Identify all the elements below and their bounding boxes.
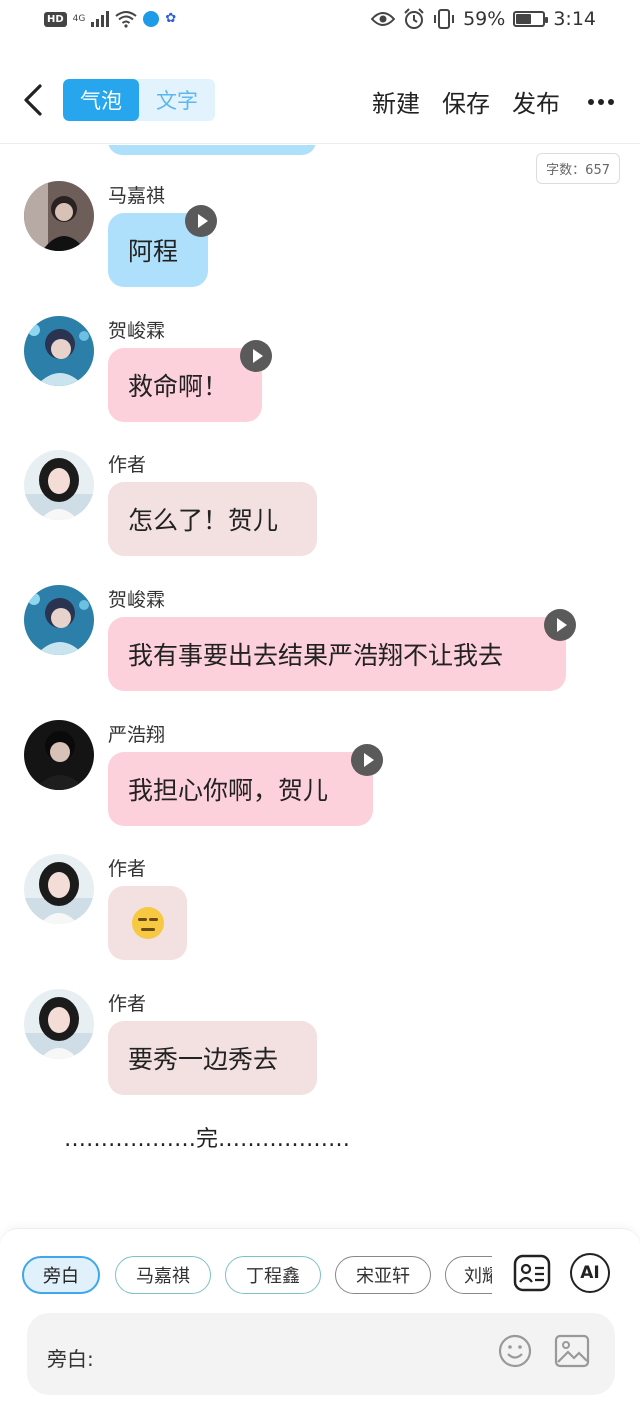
eye-icon <box>371 12 396 26</box>
sender-name: 马嘉祺 <box>108 185 166 207</box>
image-icon[interactable] <box>553 1333 591 1369</box>
wifi-icon <box>115 11 137 28</box>
alarm-icon <box>404 8 424 29</box>
play-icon[interactable] <box>185 205 217 237</box>
chat-message[interactable]: 马嘉祺 阿程 <box>24 181 624 291</box>
chat-message[interactable]: 贺峻霖 救命啊！ <box>24 316 624 426</box>
status-left: HD 4G ✿ <box>44 10 179 28</box>
clock: 3:14 <box>553 8 596 30</box>
avatar[interactable] <box>24 316 94 386</box>
message-bubble[interactable] <box>108 886 187 960</box>
chat-message[interactable]: 贺峻霖 我有事要出去结果严浩翔不让我去 <box>24 585 624 695</box>
previous-bubble[interactable] <box>108 145 316 155</box>
sender-name: 贺峻霖 <box>108 589 166 611</box>
status-bar: HD 4G ✿ 59% 3:14 <box>0 0 640 44</box>
message-bubble[interactable]: 救命啊！ <box>108 348 262 422</box>
ai-icon[interactable]: AI <box>570 1253 610 1293</box>
status-right: 59% 3:14 <box>371 8 596 30</box>
chat-area[interactable]: 字数：657 马嘉祺 阿程 贺峻霖 救命啊！ 作者 怎么了！贺儿 贺峻霖 我有事… <box>0 145 640 1225</box>
mode-switch: 气泡 文字 <box>63 79 215 121</box>
message-bubble[interactable]: 我担心你啊，贺儿 <box>108 752 373 826</box>
word-count-badge: 字数：657 <box>536 153 620 184</box>
play-icon[interactable] <box>544 609 576 641</box>
avatar[interactable] <box>24 181 94 251</box>
save-button[interactable]: 保存 <box>442 84 490 119</box>
avatar[interactable] <box>24 585 94 655</box>
play-icon[interactable] <box>240 340 272 372</box>
expressionless-face-icon <box>131 907 164 939</box>
more-icon[interactable] <box>588 98 614 105</box>
top-bar: 气泡 文字 新建 保存 发布 <box>0 56 640 144</box>
input-speaker-label: 旁白: <box>47 1347 94 1371</box>
chat-message[interactable]: 作者 怎么了！贺儿 <box>24 450 624 560</box>
avatar[interactable] <box>24 720 94 790</box>
message-bubble[interactable]: 我有事要出去结果严浩翔不让我去 <box>108 617 566 691</box>
publish-button[interactable]: 发布 <box>512 84 560 119</box>
header-actions: 新建 保存 发布 <box>372 84 614 119</box>
chip-character[interactable]: 丁程鑫 <box>225 1256 321 1294</box>
tab-bubble[interactable]: 气泡 <box>63 79 139 121</box>
tab-text[interactable]: 文字 <box>139 79 215 121</box>
message-bubble[interactable]: 怎么了！贺儿 <box>108 482 317 556</box>
character-chips: 旁白 马嘉祺 丁程鑫 宋亚轩 刘耀文 <box>22 1256 492 1296</box>
message-bubble[interactable]: 要秀一边秀去 <box>108 1021 317 1095</box>
chip-narration[interactable]: 旁白 <box>22 1256 100 1294</box>
app-notification-icon <box>143 11 160 27</box>
chip-character[interactable]: 刘耀文 <box>445 1256 492 1294</box>
chip-character[interactable]: 马嘉祺 <box>115 1256 211 1294</box>
network-type: 4G <box>72 14 86 24</box>
signal-icon <box>91 11 110 27</box>
smile-icon[interactable] <box>497 1333 533 1369</box>
battery-icon <box>513 11 549 27</box>
play-icon[interactable] <box>351 744 383 776</box>
sender-name: 严浩翔 <box>108 724 166 746</box>
vibrate-icon <box>434 9 455 29</box>
battery-fill <box>516 14 532 24</box>
message-input[interactable]: 旁白: <box>27 1313 615 1395</box>
character-card-icon[interactable] <box>512 1253 552 1293</box>
new-button[interactable]: 新建 <box>372 84 420 119</box>
back-arrow-icon[interactable] <box>18 80 48 120</box>
sender-name: 作者 <box>108 993 147 1015</box>
chat-message[interactable]: 严浩翔 我担心你啊，贺儿 <box>24 720 624 830</box>
sender-name: 作者 <box>108 858 147 880</box>
chat-message[interactable]: 作者 <box>24 854 624 964</box>
baidu-paw-icon: ✿ <box>165 11 177 26</box>
avatar[interactable] <box>24 450 94 520</box>
avatar[interactable] <box>24 854 94 924</box>
avatar[interactable] <box>24 989 94 1059</box>
chip-character[interactable]: 宋亚轩 <box>335 1256 431 1294</box>
end-narration[interactable]: ………………完……………… <box>0 1121 414 1153</box>
sender-name: 作者 <box>108 454 147 476</box>
battery-percent: 59% <box>463 8 506 30</box>
input-panel: 旁白 马嘉祺 丁程鑫 宋亚轩 刘耀文 AI 旁白: <box>0 1228 640 1422</box>
chat-message[interactable]: 作者 要秀一边秀去 <box>24 989 624 1099</box>
hd-icon: HD <box>44 11 67 27</box>
sender-name: 贺峻霖 <box>108 320 166 342</box>
